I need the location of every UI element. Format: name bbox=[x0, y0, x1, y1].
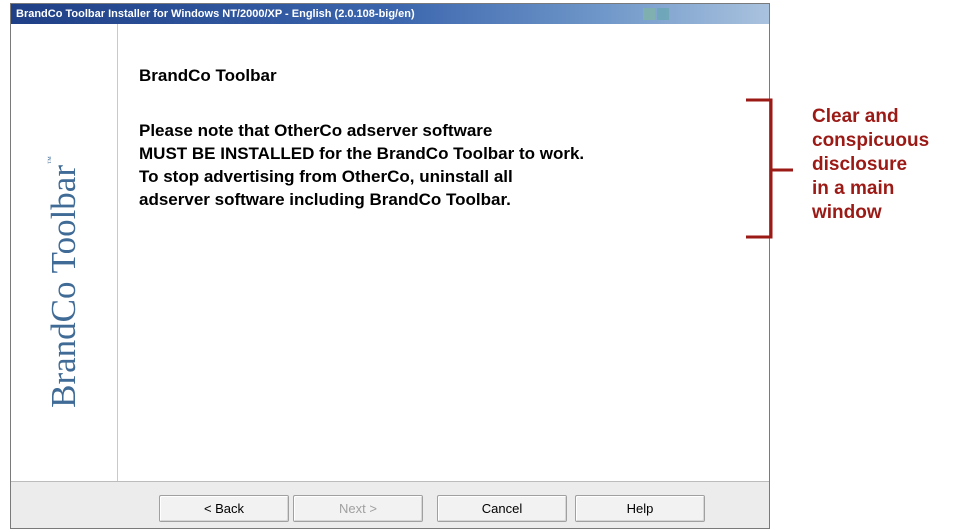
annotation-line: window bbox=[812, 202, 882, 223]
titlebar-decoration bbox=[657, 8, 669, 20]
notice-line: Please note that OtherCo adserver softwa… bbox=[139, 121, 493, 140]
sidebar-brand-name: BrandCo Toolbar bbox=[44, 164, 83, 408]
notice-line: MUST BE INSTALLED for the BrandCo Toolba… bbox=[139, 144, 585, 163]
titlebar-decoration bbox=[643, 8, 655, 20]
annotation-line: disclosure bbox=[812, 154, 908, 175]
back-button[interactable]: < Back bbox=[159, 495, 289, 522]
next-button[interactable]: Next > bbox=[293, 495, 423, 522]
window-title: BrandCo Toolbar Installer for Windows NT… bbox=[16, 8, 415, 20]
main-content: BrandCo Toolbar Please note that OtherCo… bbox=[118, 24, 768, 481]
button-bar: < Back Next > Cancel Help bbox=[11, 481, 769, 528]
notice-line: adserver software including BrandCo Tool… bbox=[139, 190, 511, 209]
sidebar-brand: BrandCo Toolbar™ bbox=[44, 156, 84, 408]
trademark-mark: ™ bbox=[46, 156, 55, 164]
disclosure-notice: Please note that OtherCo adserver softwa… bbox=[139, 119, 769, 211]
title-bar[interactable]: BrandCo Toolbar Installer for Windows NT… bbox=[11, 4, 769, 24]
cancel-button[interactable]: Cancel bbox=[437, 495, 567, 522]
annotation-line: Clear and bbox=[812, 106, 899, 127]
annotation-line: conspicuous bbox=[812, 130, 930, 151]
installer-window: BrandCo Toolbar Installer for Windows NT… bbox=[10, 3, 770, 529]
annotation-callout: Clear and conspicuous disclosure in a ma… bbox=[812, 105, 929, 225]
notice-line: To stop advertising from OtherCo, uninst… bbox=[139, 167, 513, 186]
annotation-line: in a main bbox=[812, 178, 895, 199]
sidebar-banner: BrandCo Toolbar™ bbox=[11, 24, 118, 481]
page-heading: BrandCo Toolbar bbox=[139, 66, 277, 85]
help-button[interactable]: Help bbox=[575, 495, 705, 522]
